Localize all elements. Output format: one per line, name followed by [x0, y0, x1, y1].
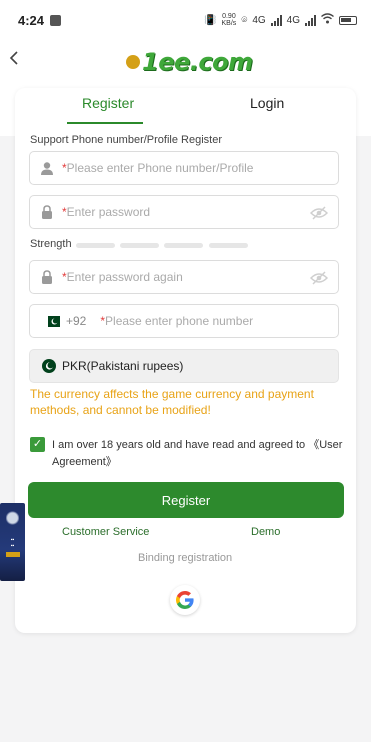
register-button[interactable]: Register: [28, 482, 344, 518]
vibrate-icon: 📳: [204, 14, 217, 26]
hotspot-icon: ⌾: [241, 14, 248, 26]
strength-bar: [209, 243, 248, 248]
binding-registration-label: Binding registration: [138, 552, 233, 564]
back-icon[interactable]: [9, 50, 25, 66]
tab-login[interactable]: Login: [250, 95, 284, 111]
confirm-password-field[interactable]: * Enter password again: [29, 260, 339, 294]
google-icon: [176, 591, 194, 609]
account-placeholder: Please enter Phone number/Profile: [66, 161, 254, 175]
user-icon: [41, 162, 53, 175]
lock-icon: [42, 270, 52, 284]
customer-service-link[interactable]: Customer Service: [62, 526, 149, 538]
signal-icon-2: [305, 14, 316, 26]
active-tab-indicator: [67, 122, 143, 124]
google-login-button[interactable]: [170, 585, 200, 615]
soccer-ball-icon: [126, 55, 140, 69]
auth-tabs: Register Login: [15, 88, 356, 128]
status-bar: 4:24 📳 0.90 KB/s ⌾ 4G 4G: [0, 0, 371, 40]
strength-label: Strength: [30, 238, 72, 250]
checkbox-icon[interactable]: ✓: [30, 437, 45, 452]
currency-notice: The currency affects the game currency a…: [30, 387, 314, 417]
eye-off-icon[interactable]: [310, 271, 328, 285]
strength-bar: [120, 243, 159, 248]
demo-link[interactable]: Demo: [251, 526, 280, 538]
status-time: 4:24: [18, 12, 45, 28]
password-placeholder: Enter password: [66, 205, 151, 219]
strength-bar: [164, 243, 203, 248]
app-notification-icon: [50, 14, 62, 26]
network-type-1: 4G: [252, 14, 266, 26]
pakistan-flag-icon: [42, 359, 56, 373]
signal-icon: [270, 14, 282, 26]
agreement-row[interactable]: ✓ I am over 18 years old and have read a…: [30, 437, 345, 471]
battery-icon: [339, 15, 357, 25]
status-icons: 📳 0.90 KB/s ⌾ 4G 4G: [204, 13, 357, 27]
banner-gold-strip: [5, 552, 20, 557]
pakistan-flag-icon: [44, 315, 60, 327]
eye-off-icon[interactable]: [310, 206, 328, 220]
logo: 1ee.com: [126, 48, 253, 76]
strength-bar: [76, 243, 115, 248]
phone-placeholder: Please enter phone number: [105, 314, 254, 328]
banner-graphic: ▪▪ ▪▪: [10, 537, 15, 549]
network-speed: 0.90 KB/s: [221, 13, 237, 27]
country-code[interactable]: +92: [66, 314, 86, 328]
phone-field[interactable]: +92 * Please enter phone number: [29, 304, 339, 338]
agreement-text[interactable]: I am over 18 years old and have read and…: [52, 437, 345, 471]
wifi-icon: [321, 13, 334, 27]
password-field[interactable]: * Enter password: [29, 195, 339, 229]
network-type-2: 4G: [286, 14, 300, 26]
register-card: Register Login Support Phone number/Prof…: [15, 88, 356, 633]
currency-select: PKR(Pakistani rupees): [29, 349, 339, 383]
currency-value: PKR(Pakistani rupees): [62, 359, 184, 373]
trophy-icon: [6, 511, 19, 531]
register-method-label: Support Phone number/Profile Register: [30, 134, 222, 146]
lock-icon: [42, 205, 52, 219]
tab-register[interactable]: Register: [82, 95, 134, 111]
confirm-password-placeholder: Enter password again: [66, 270, 183, 284]
world-cup-banner[interactable]: ▪▪ ▪▪: [0, 503, 25, 581]
account-field[interactable]: * Please enter Phone number/Profile: [29, 151, 339, 185]
